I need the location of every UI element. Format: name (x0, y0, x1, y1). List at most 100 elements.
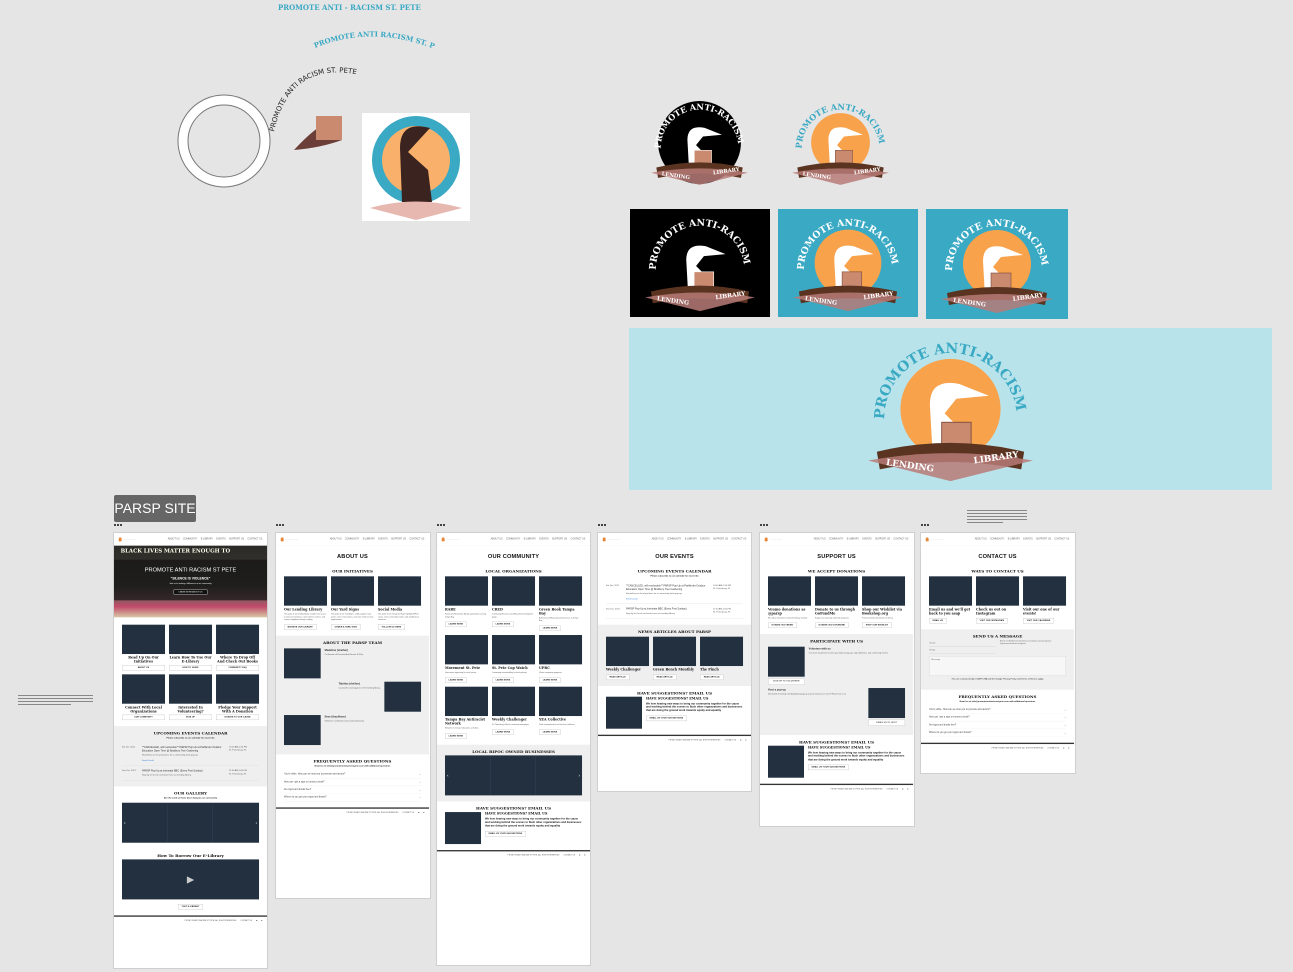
message-field[interactable]: Message (929, 656, 1067, 677)
participate-button[interactable]: SIGN UP TO VOLUNTEER (768, 678, 805, 685)
card-button[interactable]: BROWSE OUR LIBRARY (284, 624, 317, 630)
section-label-parsp-site[interactable]: PARSP SITE (114, 495, 196, 522)
nav-link-community[interactable]: COMMUNITY (667, 538, 681, 540)
brand-logo[interactable]: — — — — — (602, 537, 620, 542)
faq-item[interactable]: Are signs and books free? ⌄ (284, 786, 422, 794)
event-details-link[interactable]: Event Details (626, 598, 710, 601)
nav-link-about-us[interactable]: ABOUT US (330, 538, 342, 540)
event-title[interactable]: **CANCELLED, will reschedule** PARSP Pop… (626, 584, 710, 591)
chevron-down-icon[interactable]: ⌄ (419, 796, 421, 798)
frame-menu-dots[interactable] (598, 524, 606, 527)
event-title[interactable]: PARSP Pop-Up at Interstate BBC (Every Fi… (142, 769, 226, 773)
card-button[interactable]: LEARN MORE (492, 677, 514, 683)
card-button[interactable]: READ ARTICLE (606, 674, 630, 680)
card-button[interactable]: LEARN MORE (492, 621, 514, 628)
nav-link-about-us[interactable]: ABOUT US (814, 538, 826, 540)
nav-link-community[interactable]: COMMUNITY (506, 538, 520, 540)
feature-button[interactable]: EMAIL US YOUR SUGGESTIONS (808, 764, 849, 771)
card-button[interactable]: LEARN MORE (539, 625, 561, 631)
nav-link-e-library[interactable]: E-LIBRARY (524, 538, 536, 540)
card-button[interactable]: ABOUT US (122, 665, 166, 671)
footer-contact-link[interactable]: CONTACT US (563, 854, 575, 856)
nav-link-community[interactable]: COMMUNITY (183, 538, 197, 540)
faq-item[interactable]: You're white. How can we trust you to pr… (929, 706, 1067, 714)
nav-link-support-us[interactable]: SUPPORT US (552, 538, 567, 540)
frame-menu-dots[interactable] (276, 524, 284, 527)
play-icon[interactable]: ▶ (187, 874, 194, 885)
card-button[interactable]: FOLLOW US HERE (378, 624, 405, 630)
nav-link-events[interactable]: EVENTS (378, 538, 387, 540)
card-button[interactable]: LEARN MORE (445, 677, 467, 683)
nav-link-community[interactable]: COMMUNITY (990, 538, 1004, 540)
nav-link-support-us[interactable]: SUPPORT US (391, 538, 406, 540)
chevron-down-icon[interactable]: ⌄ (419, 781, 421, 783)
facebook-icon[interactable]: ■ (1068, 747, 1069, 749)
nav-link-support-us[interactable]: SUPPORT US (875, 538, 890, 540)
footer-contact-link[interactable]: CONTACT US (402, 812, 414, 814)
card-button[interactable]: READ ARTICLE (700, 674, 724, 680)
nav-link-contact-us[interactable]: CONTACT US (731, 538, 746, 540)
name-field[interactable]: Name (929, 640, 996, 647)
card-button[interactable]: EMAIL US (929, 618, 947, 624)
nav-link-support-us[interactable]: SUPPORT US (713, 538, 728, 540)
nav-link-contact-us[interactable]: CONTACT US (409, 538, 424, 540)
facebook-icon[interactable]: ■ (745, 739, 746, 741)
chevron-down-icon[interactable]: ⌄ (419, 788, 421, 791)
chevron-down-icon[interactable]: ⌄ (1064, 724, 1066, 726)
nav-link-support-us[interactable]: SUPPORT US (229, 538, 244, 540)
nav-link-community[interactable]: COMMUNITY (829, 538, 843, 540)
footer-contact-link[interactable]: CONTACT US (240, 920, 252, 922)
card-button[interactable]: DONATE VIA VENMO (768, 622, 797, 629)
instagram-icon[interactable]: ◙ (418, 812, 419, 814)
chevron-left-icon[interactable]: ‹ (447, 773, 449, 778)
nav-link-community[interactable]: COMMUNITY (345, 538, 359, 540)
card-button[interactable]: LEARN MORE (445, 733, 467, 739)
card-button[interactable]: OUR COMMUNITY (122, 714, 166, 721)
feature-button[interactable]: EMAIL US YOUR SUGGESTIONS (485, 830, 526, 837)
frame-menu-dots[interactable] (921, 524, 929, 527)
faq-item[interactable]: Are signs and books free? ⌄ (929, 721, 1067, 730)
facebook-icon[interactable]: ■ (261, 920, 262, 922)
brand-logo[interactable]: — — — — — (441, 537, 459, 542)
card-button[interactable]: LEARN MORE (539, 677, 561, 683)
instagram-icon[interactable]: ◙ (740, 739, 741, 741)
instagram-icon[interactable]: ◙ (256, 920, 257, 922)
chevron-left-icon[interactable]: ‹ (124, 820, 126, 825)
event-details-link[interactable]: Event Details (142, 759, 226, 762)
card-button[interactable]: DONATE TO OUR CAUSE (216, 714, 260, 721)
chevron-right-icon[interactable]: › (578, 773, 580, 778)
nav-link-events[interactable]: EVENTS (539, 538, 548, 540)
nav-link-e-library[interactable]: E-LIBRARY (1008, 538, 1020, 540)
chevron-down-icon[interactable]: ⌄ (1064, 731, 1066, 734)
faq-item[interactable]: Where do you get your signs and books? ⌄ (284, 794, 422, 802)
frame-menu-dots[interactable] (114, 524, 122, 527)
nav-link-e-library[interactable]: E-LIBRARY (685, 538, 697, 540)
footer-contact-link[interactable]: CONTACT US (1047, 747, 1059, 749)
chevron-down-icon[interactable]: ⌄ (1064, 708, 1066, 711)
event-row[interactable]: Sun Dec 2021 PARSP Pop-Up at Interstate B… (606, 604, 744, 619)
brand-logo[interactable]: — — — — — (280, 537, 298, 542)
card-button[interactable]: VISIT OUR CALENDAR (1023, 618, 1054, 624)
faq-item[interactable]: How can I get a sign or borrow a book? ⌄ (929, 714, 1067, 722)
feature-button[interactable]: EMAIL US YOUR SUGGESTIONS (646, 715, 687, 721)
chevron-right-icon[interactable]: › (255, 820, 257, 825)
nav-link-contact-us[interactable]: CONTACT US (570, 538, 585, 540)
nav-link-e-library[interactable]: E-LIBRARY (363, 538, 375, 540)
event-row[interactable]: Sat Dec 2021 **CANCELLED, will reschedule… (122, 742, 260, 766)
card-button[interactable]: VISIT OUR INSTAGRAM (976, 618, 1008, 624)
facebook-icon[interactable]: ■ (423, 812, 424, 814)
faq-item[interactable]: You're white. How can we trust you to pr… (284, 771, 422, 779)
card-button[interactable]: LEARN MORE (539, 729, 561, 735)
nav-link-events[interactable]: EVENTS (1023, 538, 1032, 540)
nav-link-e-library[interactable]: E-LIBRARY (201, 538, 213, 540)
nav-link-contact-us[interactable]: CONTACT US (893, 538, 908, 540)
event-title[interactable]: **CANCELLED, will reschedule** PARSP Pop… (142, 746, 226, 753)
event-row[interactable]: Sat Dec 2021 **CANCELLED, will reschedule… (606, 581, 744, 605)
card-button[interactable]: LEARN MORE (445, 621, 467, 628)
chevron-down-icon[interactable]: ⌄ (419, 773, 421, 775)
frame-menu-dots[interactable] (760, 524, 768, 527)
nav-link-contact-us[interactable]: CONTACT US (1054, 538, 1069, 540)
instagram-icon[interactable]: ◙ (1063, 747, 1064, 749)
card-button[interactable]: DONATE VIA GOFUNDME (815, 622, 849, 629)
nav-link-about-us[interactable]: ABOUT US (652, 538, 664, 540)
